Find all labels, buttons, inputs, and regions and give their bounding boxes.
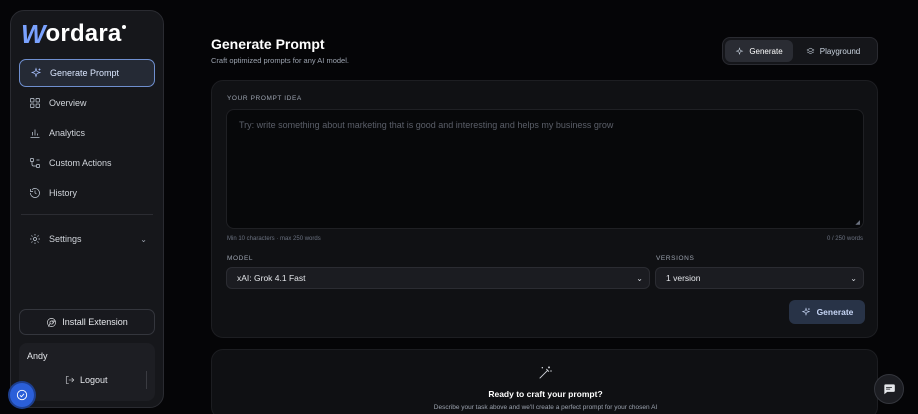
word-counter: 0 / 250 words xyxy=(826,236,863,242)
versions-select[interactable]: 1 version ⌄ xyxy=(655,267,864,289)
model-select-value: xAI: Grok 4.1 Fast xyxy=(237,273,306,283)
prompt-idea-textarea[interactable]: Try: write something about marketing tha… xyxy=(226,109,864,229)
chat-icon xyxy=(884,384,895,395)
gear-icon xyxy=(29,233,41,245)
sparkles-icon xyxy=(30,67,42,79)
user-name: Andy xyxy=(27,351,48,361)
sidebar-item-analytics[interactable]: Analytics xyxy=(19,119,155,147)
versions-select-value: 1 version xyxy=(666,273,701,283)
versions-label: VERSIONS xyxy=(656,255,695,262)
magic-wand-icon xyxy=(537,365,553,381)
logo-mark: W xyxy=(21,19,46,49)
model-label: MODEL xyxy=(227,255,254,262)
settings-section: Settings ⌄ xyxy=(19,225,155,255)
brand-logo[interactable]: Wordara xyxy=(21,19,127,49)
empty-state-subtitle: Describe your task above and we'll creat… xyxy=(433,404,658,411)
sidebar-item-custom-actions[interactable]: Custom Actions xyxy=(19,149,155,177)
chevron-down-icon: ⌄ xyxy=(850,273,857,283)
prompt-idea-label: YOUR PROMPT IDEA xyxy=(227,95,302,102)
model-select[interactable]: xAI: Grok 4.1 Fast ⌄ xyxy=(226,267,650,289)
sidebar: Wordara Generate Prompt Overview Analyti… xyxy=(10,10,164,408)
sparkles-icon xyxy=(735,46,744,55)
sidebar-item-label: Analytics xyxy=(49,128,86,138)
prompt-placeholder: Try: write something about marketing tha… xyxy=(239,120,614,130)
prompt-form-card: YOUR PROMPT IDEA Try: write something ab… xyxy=(211,80,878,338)
workflow-icon xyxy=(29,157,41,169)
accessibility-badge-button[interactable] xyxy=(10,383,34,407)
layers-icon xyxy=(806,47,815,54)
install-extension-button[interactable]: Install Extension xyxy=(19,309,155,335)
sidebar-item-label: History xyxy=(49,188,78,198)
sidebar-item-label: Generate Prompt xyxy=(50,68,120,78)
resize-handle-icon[interactable]: ◢ xyxy=(855,219,860,226)
empty-state-title: Ready to craft your prompt? xyxy=(488,389,603,399)
generate-button-label: Generate xyxy=(816,307,854,317)
user-card: Andy Logout xyxy=(19,343,155,401)
sidebar-divider xyxy=(21,214,153,215)
install-extension-label: Install Extension xyxy=(62,317,128,327)
chat-support-button[interactable] xyxy=(874,374,904,404)
page-title: Generate Prompt xyxy=(211,36,325,52)
sidebar-item-label: Custom Actions xyxy=(49,158,112,168)
history-icon xyxy=(29,187,41,199)
sidebar-nav: Generate Prompt Overview Analytics Custo… xyxy=(19,59,155,209)
logo-wordmark: ordara xyxy=(45,20,122,47)
mode-playground-label: Playground xyxy=(819,46,861,56)
sidebar-item-generate-prompt[interactable]: Generate Prompt xyxy=(19,59,155,87)
page-subtitle: Craft optimized prompts for any AI model… xyxy=(211,56,349,65)
bar-chart-icon xyxy=(29,127,41,139)
empty-state-card: Ready to craft your prompt? Describe you… xyxy=(211,349,878,414)
chevron-down-icon: ⌄ xyxy=(140,234,147,244)
sidebar-item-history[interactable]: History xyxy=(19,179,155,207)
mode-generate-label: Generate xyxy=(749,46,783,56)
sparkles-icon xyxy=(801,307,810,316)
sidebar-item-settings[interactable]: Settings ⌄ xyxy=(19,225,155,253)
prompt-hint: Min 10 characters · max 250 words xyxy=(227,236,321,242)
grid-icon xyxy=(29,97,41,109)
logout-label: Logout xyxy=(80,375,108,385)
logout-button[interactable]: Logout xyxy=(65,375,108,385)
mode-generate-button[interactable]: Generate xyxy=(725,40,793,62)
logo-dot xyxy=(122,25,127,29)
user-card-separator xyxy=(146,371,147,389)
sidebar-item-label: Overview xyxy=(49,98,87,108)
mode-toggle: Generate Playground xyxy=(722,37,878,65)
clock-check-icon xyxy=(16,389,28,401)
generate-button[interactable]: Generate xyxy=(789,300,865,324)
logout-icon xyxy=(65,375,75,385)
sidebar-item-overview[interactable]: Overview xyxy=(19,89,155,117)
chevron-down-icon: ⌄ xyxy=(636,273,643,283)
sidebar-item-label: Settings xyxy=(49,234,82,244)
mode-playground-button[interactable]: Playground xyxy=(793,40,873,62)
chrome-icon xyxy=(47,317,57,327)
